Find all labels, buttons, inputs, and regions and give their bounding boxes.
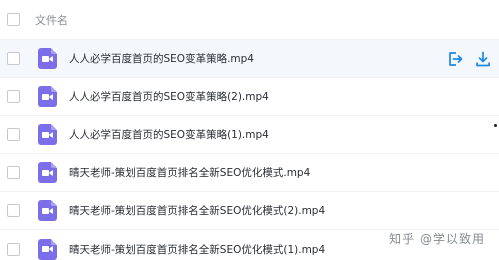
watermark-text: 知乎 @学以致用 [389, 232, 485, 246]
video-file-icon [38, 162, 57, 183]
file-list-header: 文件名 [0, 0, 499, 40]
file-row[interactable]: 人人必学百度首页的SEO变革策略.mp4 [0, 40, 499, 78]
column-header-filename[interactable]: 文件名 [35, 12, 68, 28]
file-name[interactable]: 晴天老师-策划百度首页排名全新SEO优化模式.mp4 [69, 165, 310, 180]
file-row[interactable]: 人人必学百度首页的SEO变革策略(2).mp4 [0, 78, 499, 116]
watermark: 知乎 @学以致用 [389, 230, 485, 247]
file-name[interactable]: 晴天老师-策划百度首页排名全新SEO优化模式(1).mp4 [69, 242, 325, 257]
select-all-checkbox[interactable] [7, 13, 20, 26]
share-icon[interactable] [447, 51, 463, 67]
row-checkbox[interactable] [7, 204, 20, 217]
download-icon[interactable] [475, 51, 491, 67]
file-name[interactable]: 晴天老师-策划百度首页排名全新SEO优化模式(2).mp4 [69, 203, 325, 218]
row-checkbox[interactable] [7, 90, 20, 103]
file-name[interactable]: 人人必学百度首页的SEO变革策略.mp4 [69, 51, 254, 66]
video-file-icon [38, 48, 57, 69]
file-row[interactable]: 晴天老师-策划百度首页排名全新SEO优化模式.mp4 [0, 154, 499, 192]
file-name[interactable]: 人人必学百度首页的SEO变革策略(1).mp4 [69, 127, 269, 142]
file-name[interactable]: 人人必学百度首页的SEO变革策略(2).mp4 [69, 89, 269, 104]
file-list-view: 文件名 人人必学百度首页的SEO变革策略.mp4 人人必学百度首页的SEO变革策… [0, 0, 499, 260]
file-row[interactable]: 人人必学百度首页的SEO变革策略(1).mp4 [0, 116, 499, 154]
row-actions [447, 40, 491, 78]
row-checkbox[interactable] [7, 128, 20, 141]
row-checkbox[interactable] [7, 242, 20, 256]
file-row[interactable]: 晴天老师-策划百度首页排名全新SEO优化模式(2).mp4 [0, 192, 499, 230]
video-file-icon [38, 238, 57, 260]
row-checkbox[interactable] [7, 52, 20, 65]
video-file-icon [38, 124, 57, 145]
stray-dot [494, 124, 497, 127]
row-checkbox[interactable] [7, 166, 20, 179]
video-file-icon [38, 86, 57, 107]
video-file-icon [38, 200, 57, 221]
